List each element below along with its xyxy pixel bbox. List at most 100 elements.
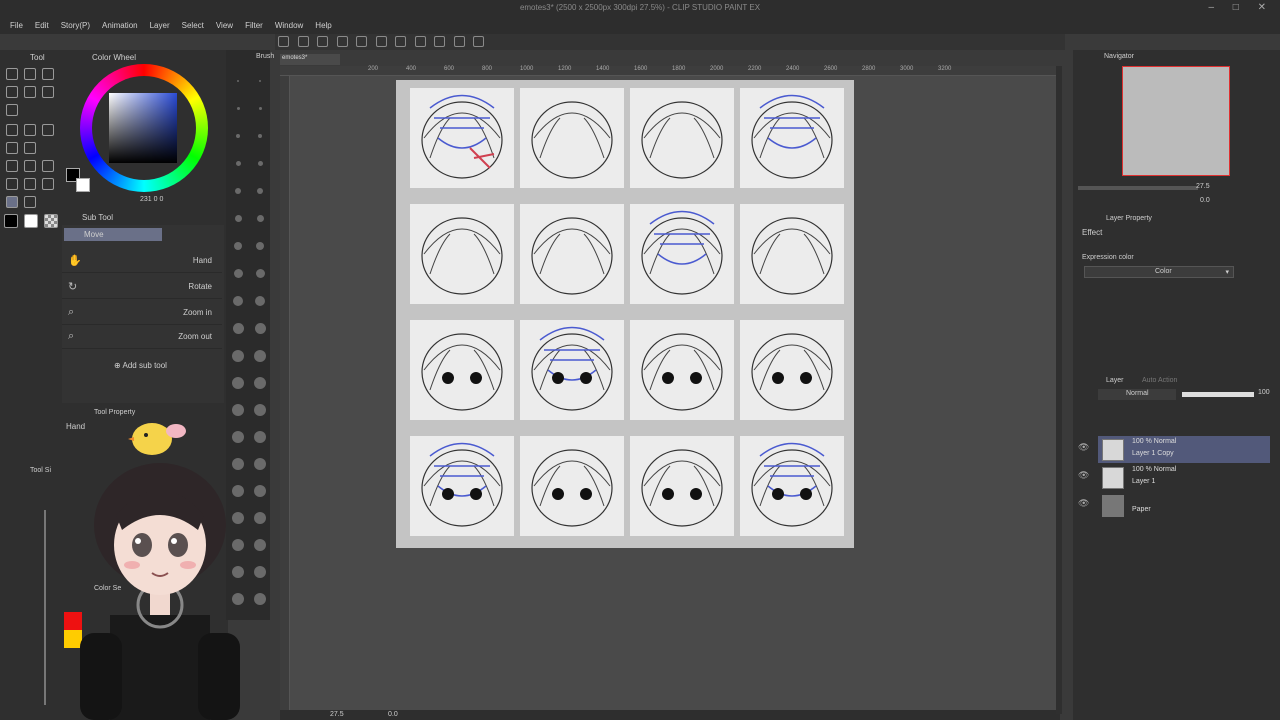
brush-size-preset[interactable]: [259, 80, 261, 82]
add-sub-tool-button[interactable]: ⊕ Add sub tool: [114, 361, 167, 370]
layer-visibility-eye-icon[interactable]: 👁: [1078, 470, 1089, 481]
brush-size-preset[interactable]: [256, 242, 264, 250]
brush-size-preset[interactable]: [254, 350, 266, 362]
sub-tool-zoom-out[interactable]: ⌕ Zoom out: [62, 325, 222, 349]
navigator-preview[interactable]: [1122, 66, 1230, 176]
brush-size-preset[interactable]: [232, 323, 244, 334]
sub-tool-move[interactable]: Move: [64, 228, 162, 241]
brush-size-preset[interactable]: [257, 161, 263, 166]
zoom-value[interactable]: 27.5: [330, 711, 344, 718]
layer-property-tab[interactable]: Layer Property: [1106, 215, 1152, 222]
brush-size-preset[interactable]: [255, 296, 265, 306]
lasso-tool-icon[interactable]: [6, 124, 18, 136]
brush-size-preset[interactable]: [254, 404, 266, 416]
vertical-scrollbar[interactable]: [1056, 66, 1062, 714]
redo-icon[interactable]: [356, 36, 368, 47]
eyedropper-tool-icon[interactable]: [42, 178, 54, 190]
background-color-swatch[interactable]: [24, 214, 38, 228]
menu-file[interactable]: File: [10, 21, 23, 30]
opacity-value[interactable]: 100: [1258, 389, 1270, 396]
brush-size-preset[interactable]: [255, 269, 265, 278]
sparkle-tool-icon[interactable]: [42, 124, 54, 136]
pencil-tool-icon[interactable]: [24, 68, 36, 80]
sub-tool-rotate[interactable]: ↻ Rotate: [62, 275, 222, 299]
brush-size-preset[interactable]: [254, 377, 266, 389]
menu-help[interactable]: Help: [315, 21, 331, 30]
navigator-zoom-slider[interactable]: [1078, 186, 1198, 190]
brush-size-preset[interactable]: [258, 107, 262, 110]
grid-tool-icon[interactable]: [6, 104, 18, 116]
brush-size-preset[interactable]: [257, 188, 263, 194]
text-tool-icon[interactable]: [42, 160, 54, 172]
sub-tool-hand[interactable]: ✋ Hand: [62, 249, 222, 273]
canvas-paper[interactable]: [396, 80, 854, 548]
fill-tool-icon[interactable]: [6, 142, 18, 154]
transparent-color-swatch[interactable]: [44, 214, 58, 228]
opacity-slider[interactable]: [1182, 392, 1254, 397]
layer-row[interactable]: 100 % Normal Layer 1: [1098, 464, 1270, 491]
brush-size-preset[interactable]: [254, 566, 266, 578]
brush-size-preset[interactable]: [236, 107, 240, 110]
tool-size-slider[interactable]: [44, 510, 46, 705]
brush-size-tab[interactable]: Brush: [256, 53, 274, 60]
secondary-color-swatch[interactable]: [76, 178, 90, 192]
snap-grid-icon[interactable]: [453, 36, 465, 47]
menu-edit[interactable]: Edit: [35, 21, 49, 30]
layer-row[interactable]: Paper: [1098, 492, 1270, 519]
brush-size-preset[interactable]: [235, 161, 241, 166]
eraser-tool-icon[interactable]: [6, 86, 18, 98]
brush-size-preset[interactable]: [233, 296, 243, 306]
layer-row[interactable]: 100 % Normal Layer 1 Copy: [1098, 436, 1270, 463]
expression-color-dropdown[interactable]: Color ▾: [1084, 266, 1234, 278]
blend-tool-icon[interactable]: [24, 124, 36, 136]
brush-size-preset[interactable]: [234, 242, 242, 250]
color-wheel-tab[interactable]: Color Wheel: [92, 53, 136, 62]
layer-visibility-eye-icon[interactable]: 👁: [1078, 442, 1089, 453]
select-tool-icon[interactable]: [6, 160, 18, 172]
brush-size-preset[interactable]: [236, 134, 240, 138]
navigator-angle-value[interactable]: 0.0: [1200, 197, 1210, 204]
menu-window[interactable]: Window: [275, 21, 303, 30]
blend-mode-dropdown[interactable]: Normal: [1098, 389, 1176, 400]
brush-tool-icon[interactable]: [42, 68, 54, 80]
brush-size-preset[interactable]: [254, 512, 266, 524]
brush-size-preset[interactable]: [237, 80, 239, 82]
brush-size-preset[interactable]: [254, 323, 266, 334]
hand-tool-icon[interactable]: [6, 196, 18, 208]
brush-size-preset[interactable]: [233, 269, 243, 278]
tool-tab[interactable]: Tool: [30, 53, 45, 62]
airbrush-tool-icon[interactable]: [24, 86, 36, 98]
ruler-tool-icon[interactable]: [24, 178, 36, 190]
sub-tool-tab[interactable]: Sub Tool: [82, 213, 113, 222]
open-icon[interactable]: [297, 36, 309, 47]
line-tool-icon[interactable]: [24, 160, 36, 172]
transform-icon[interactable]: [414, 36, 426, 47]
tool-size-tab[interactable]: Tool Si: [30, 467, 51, 474]
layer-visibility-eye-icon[interactable]: 👁: [1078, 498, 1089, 509]
clear-icon[interactable]: [375, 36, 387, 47]
brush-size-preset[interactable]: [254, 593, 266, 605]
pen-tool-icon[interactable]: [6, 68, 18, 80]
fill-icon[interactable]: [395, 36, 407, 47]
menu-select[interactable]: Select: [182, 21, 204, 30]
menu-animation[interactable]: Animation: [102, 21, 138, 30]
brush-size-preset[interactable]: [254, 539, 266, 551]
rotation-value[interactable]: 0.0: [388, 711, 398, 718]
decoration-tool-icon[interactable]: [42, 86, 54, 98]
brush-size-preset[interactable]: [254, 431, 266, 443]
brush-size-preset[interactable]: [254, 458, 266, 470]
menu-layer[interactable]: Layer: [150, 21, 170, 30]
auto-action-tab[interactable]: Auto Action: [1142, 377, 1177, 384]
brush-size-preset[interactable]: [254, 485, 266, 497]
operation-tool-icon[interactable]: [6, 178, 18, 190]
brush-size-preset[interactable]: [232, 350, 244, 362]
menu-view[interactable]: View: [216, 21, 233, 30]
brush-size-preset[interactable]: [232, 377, 244, 389]
menu-filter[interactable]: Filter: [245, 21, 263, 30]
saturation-value-square[interactable]: [109, 93, 177, 163]
window-controls[interactable]: – □ ✕: [1208, 2, 1274, 13]
brush-size-preset[interactable]: [258, 134, 262, 138]
brush-size-preset[interactable]: [234, 215, 242, 222]
navigator-tab[interactable]: Navigator: [1104, 53, 1134, 60]
snap-ruler-icon[interactable]: [434, 36, 446, 47]
